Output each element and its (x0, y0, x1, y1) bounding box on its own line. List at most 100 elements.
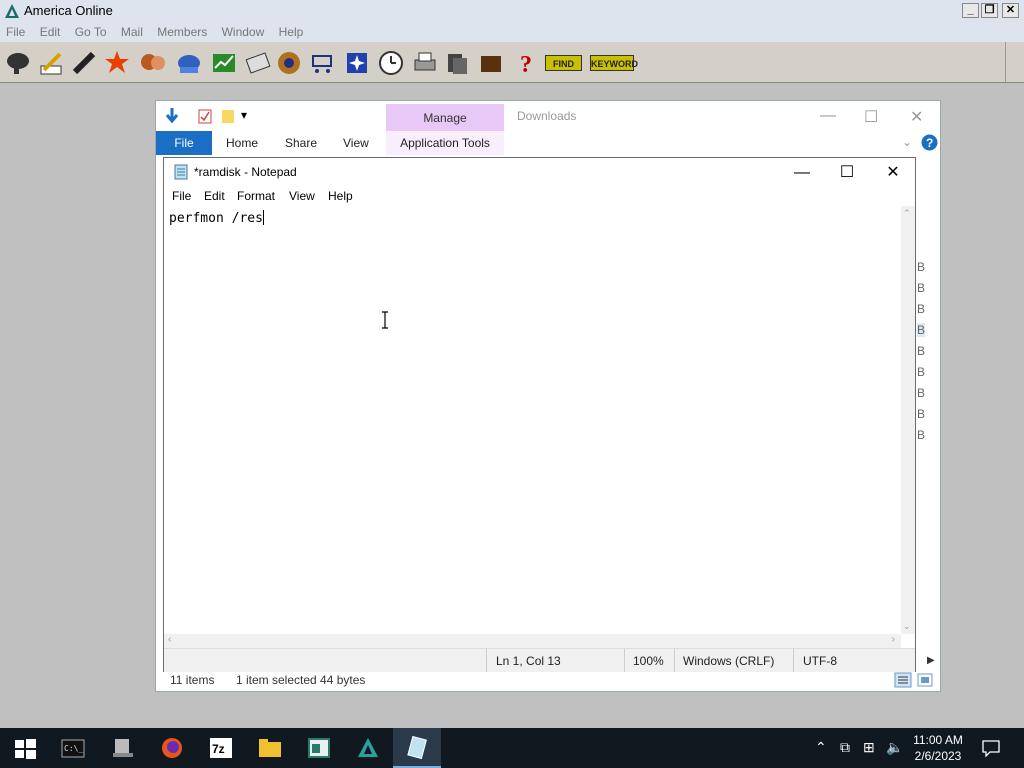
app-window-icon[interactable] (307, 736, 331, 760)
aol-menu-members[interactable]: Members (151, 22, 212, 39)
file-size-suffix: B (917, 386, 926, 400)
status-divider (486, 649, 487, 672)
sparkle-icon[interactable] (344, 50, 370, 76)
command-prompt-icon[interactable]: C:\_ (61, 736, 85, 760)
tab-share[interactable]: Share (285, 131, 317, 155)
aol-menu-edit[interactable]: Edit (34, 22, 66, 39)
svg-text:C:\_: C:\_ (64, 744, 83, 753)
notepad-text-area[interactable]: perfmon /res (164, 206, 901, 634)
clock-icon[interactable] (378, 50, 404, 76)
news-icon[interactable] (245, 50, 271, 76)
print-icon[interactable] (412, 50, 438, 76)
ribbon-expand-icon[interactable]: ⌄ (902, 135, 912, 149)
quick-access-dropdown-icon[interactable]: ▾ (241, 108, 247, 122)
network-icon[interactable]: ⊞ (863, 739, 875, 756)
files-icon[interactable] (444, 50, 470, 76)
aol-restore-button[interactable]: ❐ (981, 3, 998, 18)
notepad-window: *ramdisk - Notepad — ☐ ✕ File Edit Forma… (163, 157, 916, 672)
file-size-suffix: B (917, 302, 926, 316)
vertical-scrollbar[interactable]: ⌃ ⌄ (901, 206, 915, 634)
explorer-item-count: 11 items (170, 673, 215, 687)
minimize-icon[interactable]: — (779, 160, 825, 186)
download-arrow-icon[interactable] (164, 107, 180, 125)
firefox-icon[interactable] (160, 736, 184, 760)
help-icon[interactable]: ? (921, 134, 938, 151)
horizontal-scrollbar[interactable]: ‹ › (164, 634, 901, 648)
aol-taskbar-icon[interactable] (356, 736, 380, 760)
menu-file[interactable]: File (172, 189, 191, 203)
people-icon[interactable] (140, 50, 166, 76)
status-divider (793, 649, 794, 672)
properties-icon[interactable] (198, 109, 212, 124)
new-folder-icon[interactable] (221, 108, 235, 124)
tab-manage[interactable]: Manage (386, 104, 504, 132)
large-icons-view-icon[interactable] (916, 672, 934, 688)
explorer-scroll-right-icon[interactable]: ▶ (927, 655, 935, 666)
aol-minimize-button[interactable]: _ (962, 3, 979, 18)
notepad-icon (174, 164, 188, 180)
status-divider (624, 649, 625, 672)
help-icon[interactable]: ? (512, 50, 538, 76)
volume-muted-icon[interactable]: 🔈 (886, 739, 903, 756)
favorites-icon[interactable] (478, 50, 504, 76)
pen-icon[interactable] (71, 50, 97, 76)
maximize-icon[interactable]: ☐ (824, 160, 870, 186)
aol-close-button[interactable]: ✕ (1002, 3, 1019, 18)
chat-icon[interactable] (5, 50, 31, 76)
start-windows-icon[interactable] (13, 736, 37, 760)
menu-format[interactable]: Format (237, 189, 275, 203)
network-computer-icon[interactable] (111, 736, 135, 760)
menu-edit[interactable]: Edit (204, 189, 225, 203)
menu-view[interactable]: View (289, 189, 315, 203)
device-icon[interactable]: ⧉ (840, 739, 850, 756)
explorer-ribbon-tabs: File Home Share View Application Tools ⌄… (156, 131, 940, 155)
tab-file[interactable]: File (156, 131, 212, 155)
notepad-taskbar-button[interactable] (393, 728, 441, 768)
aol-menu-mail[interactable]: Mail (115, 22, 148, 39)
svg-text:7z: 7z (212, 742, 225, 756)
aol-toolbar-scrollbar[interactable] (1005, 42, 1024, 82)
notification-center-icon[interactable] (982, 739, 1000, 757)
globe-icon[interactable] (276, 50, 302, 76)
tab-view[interactable]: View (343, 131, 369, 155)
aol-menu-window[interactable]: Window (216, 22, 270, 39)
file-size-suffix: B (917, 260, 926, 274)
file-explorer-icon[interactable] (258, 736, 282, 760)
aol-menu-help[interactable]: Help (273, 22, 309, 39)
file-size-suffix: B (917, 344, 926, 358)
scroll-left-icon[interactable]: ‹ (168, 634, 171, 645)
explorer-maximize-icon[interactable]: ☐ (864, 107, 878, 127)
explorer-minimize-icon[interactable]: — (820, 107, 836, 125)
text-caret (262, 210, 264, 225)
explorer-selection-info: 1 item selected 44 bytes (236, 673, 366, 687)
clock-date: 2/6/2023 (914, 749, 962, 763)
notepad-text-content: perfmon /res (169, 211, 263, 226)
notepad-title: *ramdisk - Notepad (194, 165, 297, 179)
status-divider (674, 649, 675, 672)
shopping-cart-icon[interactable] (309, 50, 335, 76)
scroll-down-icon[interactable]: ⌄ (903, 621, 911, 632)
aol-toolbar: ? FIND KEYWORD (0, 42, 1024, 83)
menu-help[interactable]: Help (328, 189, 353, 203)
explorer-close-icon[interactable]: ✕ (910, 107, 923, 127)
aol-menu-bar: File Edit Go To Mail Members Window Help (0, 22, 1024, 42)
details-view-icon[interactable] (894, 672, 912, 688)
scroll-right-icon[interactable]: › (892, 634, 895, 645)
7zip-icon[interactable]: 7z (209, 736, 233, 760)
aol-menu-file[interactable]: File (0, 22, 30, 39)
scroll-up-icon[interactable]: ⌃ (903, 208, 911, 219)
write-pencil-icon[interactable] (38, 50, 64, 76)
show-hidden-icons-icon[interactable]: ⌃ (815, 739, 827, 756)
close-icon[interactable]: ✕ (870, 160, 916, 186)
tab-application-tools[interactable]: Application Tools (386, 131, 504, 155)
aol-menu-goto[interactable]: Go To (69, 22, 112, 39)
keyword-button[interactable]: KEYWORD (590, 55, 638, 71)
stocks-icon[interactable] (211, 50, 237, 76)
find-button[interactable]: FIND (545, 55, 582, 71)
i-beam-cursor-icon (382, 311, 388, 329)
tab-home[interactable]: Home (226, 131, 258, 155)
notepad-menu-bar: File Edit Format View Help (164, 186, 915, 206)
internet-icon[interactable] (176, 50, 202, 76)
taskbar-clock[interactable]: 11:00 AM 2/6/2023 (906, 732, 970, 764)
hot-icon[interactable] (104, 50, 130, 76)
